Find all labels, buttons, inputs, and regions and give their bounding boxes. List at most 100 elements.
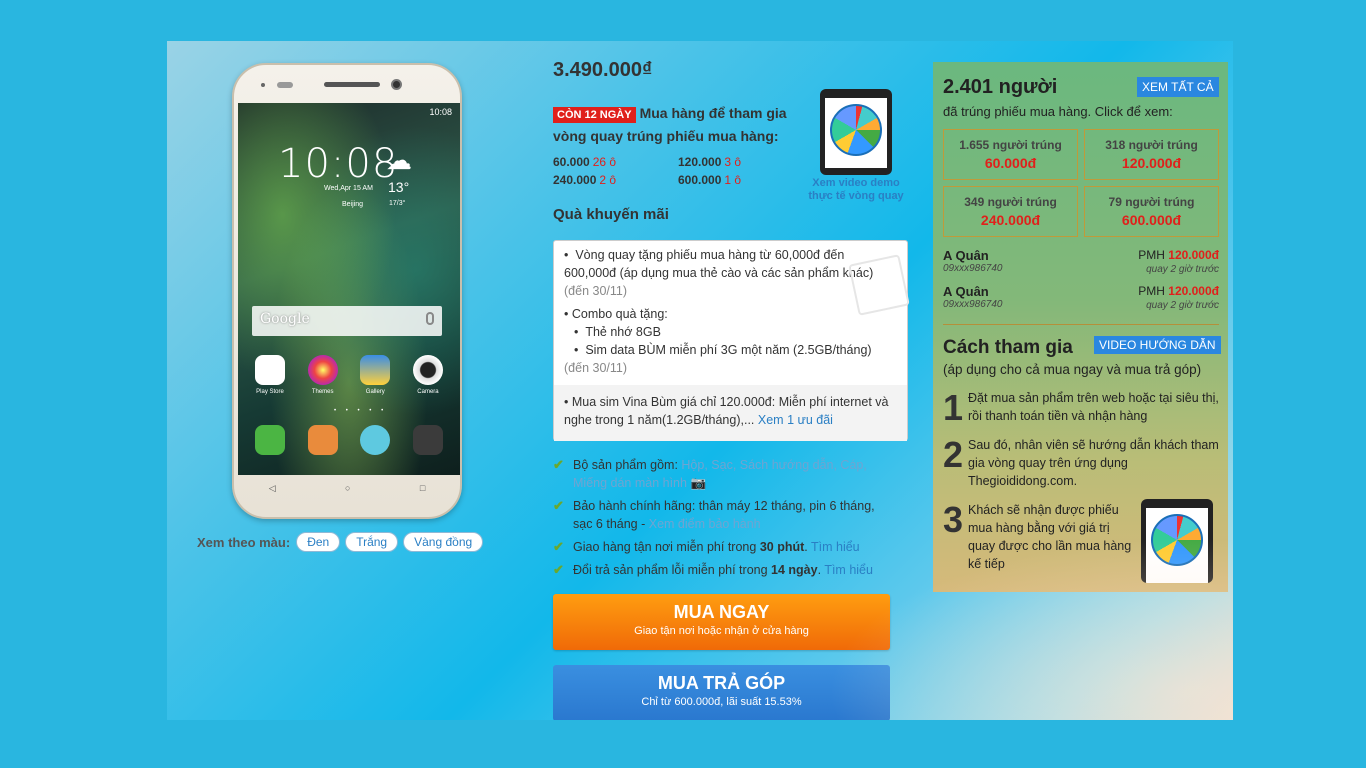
product-panel: 10:08 10:08 ☁ Wed,Apr 15 AM Beijing 13° … — [167, 41, 1233, 720]
winner-people: 1.655 người trúng — [959, 138, 1062, 152]
step-text: Sau đó, nhân viên sẽ hướng dẫn khách tha… — [968, 438, 1219, 488]
app-row: Play Store Themes Gallery Camera — [246, 355, 452, 395]
mini-screen — [1146, 508, 1208, 583]
winners-subtitle: đã trúng phiếu mua hàng. Click để xem: — [943, 104, 1173, 119]
color-option-black[interactable]: Đen — [296, 532, 341, 552]
mic-icon — [426, 312, 434, 325]
winner-amount: PMH 120.000đ — [1138, 284, 1219, 298]
winner-box[interactable]: 1.655 người trúng 60.000đ — [943, 129, 1078, 180]
winner-value: 600.000đ — [1121, 212, 1182, 228]
delivery-link[interactable]: Tìm hiểu — [811, 540, 860, 554]
winner-amount: PMH 120.000đ — [1138, 248, 1219, 262]
camera-small-icon[interactable]: 📷 — [690, 476, 706, 490]
promo-item: • Combo quà tặng: • Thẻ nhớ 8GB • Sim da… — [554, 300, 907, 377]
step-text: Khách sẽ nhận được phiếu mua hàng bằng v… — [968, 503, 1132, 571]
sensor-pill — [277, 82, 293, 88]
winner-people: 318 người trúng — [1105, 138, 1198, 152]
prize-item: 240.000 2 ô — [553, 173, 617, 187]
product-image[interactable]: 10:08 10:08 ☁ Wed,Apr 15 AM Beijing 13° … — [232, 63, 462, 519]
prize-item: 600.000 1 ô — [678, 173, 742, 187]
color-option-gold[interactable]: Vàng đồng — [403, 532, 484, 552]
gallery-icon — [360, 355, 391, 385]
buy-now-label: MUA NGAY — [673, 602, 770, 622]
sensor-dot — [261, 83, 265, 87]
app-dock — [246, 425, 452, 455]
installment-sublabel: Chỉ từ 600.000đ, lãi suất 15.53% — [641, 696, 802, 708]
demo-screen — [825, 98, 887, 168]
spin-promo-text: CÒN 12 NGÀY Mua hàng để tham gia vòng qua… — [553, 103, 803, 147]
earpiece-speaker — [324, 82, 380, 87]
divider — [943, 324, 1219, 325]
buy-now-button[interactable]: MUA NGAY Giao tận nơi hoặc nhận ở cửa hà… — [553, 594, 890, 650]
installment-label: MUA TRẢ GÓP — [657, 673, 786, 693]
prize-item: 120.000 3 ô — [678, 155, 742, 169]
lockscreen-temp-range: 17/3° — [389, 200, 406, 207]
how-to-subtitle: (áp dụng cho cả mua ngay và mua trả góp) — [943, 362, 1202, 377]
color-selector: Xem theo màu: Đen Trắng Vàng đồng — [197, 532, 488, 552]
winner-box[interactable]: 79 người trúng 600.000đ — [1084, 186, 1219, 237]
spin-wheel-thumbnail — [1141, 499, 1213, 583]
app-play-store: Play Store — [246, 355, 294, 395]
recents-icon: □ — [419, 483, 426, 493]
winners-panel: 2.401 người XEM TẤT CẢ đã trúng phiếu mu… — [933, 62, 1228, 592]
play-store-icon — [255, 355, 285, 385]
color-label: Xem theo màu: — [197, 534, 291, 550]
contacts-icon — [307, 425, 338, 455]
return-link[interactable]: Tìm hiểu — [824, 563, 873, 577]
check-icon: ✔ — [553, 562, 564, 577]
winner-log-entry: A Quân 09xxx986740 PMH 120.000đ quay 2 g… — [943, 284, 1219, 311]
winners-grid: 1.655 người trúng 60.000đ 318 người trúng… — [943, 129, 1219, 237]
prize-item: 60.000 26 ô — [553, 155, 617, 169]
step-number: 2 — [943, 434, 964, 475]
step-number: 3 — [943, 499, 964, 540]
winner-time: quay 2 giờ trước — [1146, 300, 1219, 311]
check-icon: ✔ — [553, 498, 564, 513]
spin-demo-link[interactable]: Xem video demo thực tế vòng quay — [801, 177, 911, 203]
winner-box[interactable]: 349 người trúng 240.000đ — [943, 186, 1078, 237]
feature-box-contents: ✔ Bộ sản phẩm gồm: Hộp, Sạc, Sách hướng d… — [553, 457, 867, 490]
installment-button[interactable]: MUA TRẢ GÓP Chỉ từ 600.000đ, lãi suất 15… — [553, 665, 890, 720]
back-icon: ◁ — [268, 483, 276, 493]
phone-screen: 10:08 10:08 ☁ Wed,Apr 15 AM Beijing 13° … — [238, 103, 460, 475]
winner-people: 349 người trúng — [964, 195, 1057, 209]
promo-subitem: • Sim data BÙM miễn phí 3G một năm (2.5G… — [574, 343, 872, 357]
color-option-white[interactable]: Trắng — [345, 532, 399, 552]
folder-icon — [412, 425, 443, 455]
app-gallery: Gallery — [351, 355, 399, 395]
feature-return: ✔ Đổi trả sản phẩm lỗi miễn phí trong 14 … — [553, 562, 873, 577]
phone-navbar: ◁ ○ □ — [234, 483, 460, 494]
how-to-title: Cách tham gia — [943, 337, 1073, 358]
google-logo: Google — [260, 311, 310, 327]
spin-wheel-icon — [830, 104, 882, 156]
spin-demo-thumbnail[interactable] — [820, 89, 892, 175]
lockscreen-city: Beijing — [342, 201, 364, 208]
winner-box[interactable]: 318 người trúng 120.000đ — [1084, 129, 1219, 180]
sim-promo: • Mua sim Vina Bùm giá chỉ 120.000đ: Miễ… — [554, 385, 907, 441]
status-time: 10:08 — [429, 107, 452, 117]
warranty-link[interactable]: Xem điểm bảo hành — [649, 517, 761, 531]
app-themes: Themes — [299, 355, 347, 395]
winner-log-entry: A Quân 09xxx986740 PMH 120.000đ quay 2 g… — [943, 248, 1219, 275]
spin-wheel-icon — [1151, 514, 1203, 566]
feature-warranty: ✔ Bảo hành chính hãng: thân máy 12 tháng,… — [553, 498, 875, 531]
cloud-icon: ☁ — [386, 145, 412, 175]
more-offers-link[interactable]: Xem 1 ưu đãi — [758, 413, 833, 427]
app-camera: Camera — [404, 355, 452, 395]
step-text: Đặt mua sản phẩm trên web hoặc tại siêu … — [968, 391, 1219, 423]
phone-icon — [255, 425, 285, 455]
gift-icon — [848, 254, 910, 316]
winner-value: 120.000đ — [1121, 155, 1182, 171]
prize-list: 60.000 26 ô 120.000 3 ô 240.000 2 ô 600.000… — [553, 155, 803, 187]
check-icon: ✔ — [553, 457, 564, 472]
product-price: 3.490.000₫ — [553, 59, 653, 81]
page-indicator: • • • • • — [334, 408, 388, 414]
camera-icon — [412, 355, 443, 385]
see-all-button[interactable]: XEM TẤT CẢ — [1137, 77, 1219, 97]
lockscreen-clock: 10:08 — [278, 141, 399, 187]
lockscreen-date: Wed,Apr 15 AM — [324, 185, 373, 192]
promo-subitem: • Thẻ nhớ 8GB — [574, 325, 661, 339]
google-search-widget: Google — [252, 306, 442, 336]
buy-now-sublabel: Giao tận nơi hoặc nhận ở cửa hàng — [634, 625, 809, 637]
home-icon: ○ — [345, 483, 351, 493]
video-guide-button[interactable]: VIDEO HƯỚNG DẪN — [1094, 336, 1221, 354]
